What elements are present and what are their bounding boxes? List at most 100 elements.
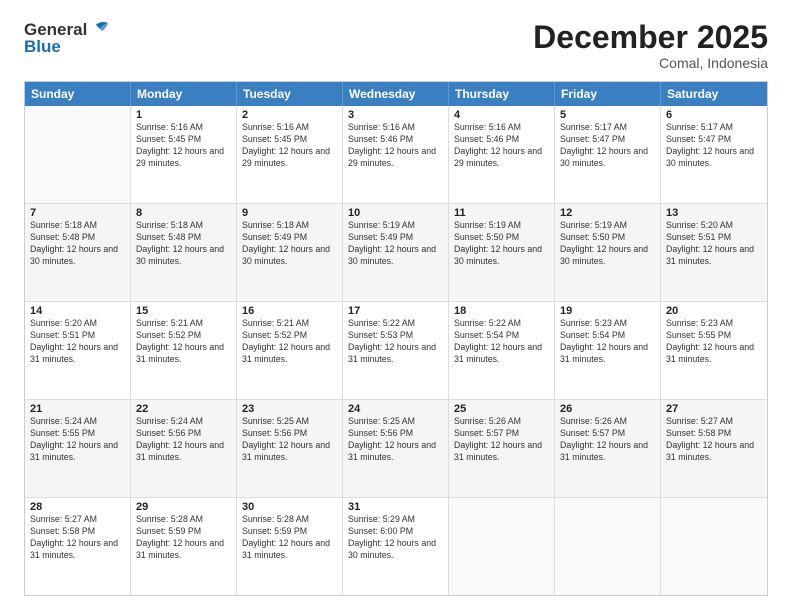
cell-day-number: 31 <box>348 501 443 513</box>
cell-info: Sunrise: 5:29 AMSunset: 6:00 PMDaylight:… <box>348 514 443 562</box>
cell-info: Sunrise: 5:27 AMSunset: 5:58 PMDaylight:… <box>666 416 762 464</box>
calendar-cell-24: 24Sunrise: 5:25 AMSunset: 5:56 PMDayligh… <box>343 400 449 497</box>
calendar-header: SundayMondayTuesdayWednesdayThursdayFrid… <box>25 82 767 106</box>
cell-day-number: 4 <box>454 109 549 121</box>
cell-info: Sunrise: 5:21 AMSunset: 5:52 PMDaylight:… <box>242 318 337 366</box>
calendar-cell-29: 29Sunrise: 5:28 AMSunset: 5:59 PMDayligh… <box>131 498 237 595</box>
calendar-cell-empty <box>449 498 555 595</box>
calendar-cell-25: 25Sunrise: 5:26 AMSunset: 5:57 PMDayligh… <box>449 400 555 497</box>
cell-info: Sunrise: 5:19 AMSunset: 5:50 PMDaylight:… <box>560 220 655 268</box>
day-header-friday: Friday <box>555 82 661 106</box>
cell-day-number: 15 <box>136 305 231 317</box>
cell-info: Sunrise: 5:28 AMSunset: 5:59 PMDaylight:… <box>242 514 337 562</box>
cell-info: Sunrise: 5:26 AMSunset: 5:57 PMDaylight:… <box>560 416 655 464</box>
cell-day-number: 14 <box>30 305 125 317</box>
cell-info: Sunrise: 5:18 AMSunset: 5:49 PMDaylight:… <box>242 220 337 268</box>
cell-info: Sunrise: 5:17 AMSunset: 5:47 PMDaylight:… <box>666 122 762 170</box>
cell-day-number: 12 <box>560 207 655 219</box>
cell-info: Sunrise: 5:26 AMSunset: 5:57 PMDaylight:… <box>454 416 549 464</box>
calendar-week-1: 7Sunrise: 5:18 AMSunset: 5:48 PMDaylight… <box>25 204 767 302</box>
cell-info: Sunrise: 5:16 AMSunset: 5:46 PMDaylight:… <box>454 122 549 170</box>
calendar-cell-31: 31Sunrise: 5:29 AMSunset: 6:00 PMDayligh… <box>343 498 449 595</box>
header: General Blue December 2025 Comal, Indone… <box>24 20 768 71</box>
cell-day-number: 22 <box>136 403 231 415</box>
cell-info: Sunrise: 5:25 AMSunset: 5:56 PMDaylight:… <box>242 416 337 464</box>
cell-info: Sunrise: 5:18 AMSunset: 5:48 PMDaylight:… <box>136 220 231 268</box>
cell-day-number: 24 <box>348 403 443 415</box>
logo: General Blue <box>24 20 110 57</box>
calendar-cell-2: 2Sunrise: 5:16 AMSunset: 5:45 PMDaylight… <box>237 106 343 203</box>
cell-day-number: 7 <box>30 207 125 219</box>
calendar-week-0: 1Sunrise: 5:16 AMSunset: 5:45 PMDaylight… <box>25 106 767 204</box>
cell-day-number: 19 <box>560 305 655 317</box>
logo-bird-icon <box>88 21 110 39</box>
calendar-cell-26: 26Sunrise: 5:26 AMSunset: 5:57 PMDayligh… <box>555 400 661 497</box>
cell-day-number: 30 <box>242 501 337 513</box>
page: General Blue December 2025 Comal, Indone… <box>0 0 792 612</box>
cell-day-number: 2 <box>242 109 337 121</box>
day-header-saturday: Saturday <box>661 82 767 106</box>
calendar-cell-6: 6Sunrise: 5:17 AMSunset: 5:47 PMDaylight… <box>661 106 767 203</box>
cell-day-number: 1 <box>136 109 231 121</box>
cell-info: Sunrise: 5:23 AMSunset: 5:55 PMDaylight:… <box>666 318 762 366</box>
cell-info: Sunrise: 5:24 AMSunset: 5:56 PMDaylight:… <box>136 416 231 464</box>
calendar-cell-7: 7Sunrise: 5:18 AMSunset: 5:48 PMDaylight… <box>25 204 131 301</box>
calendar-cell-16: 16Sunrise: 5:21 AMSunset: 5:52 PMDayligh… <box>237 302 343 399</box>
cell-day-number: 21 <box>30 403 125 415</box>
day-header-monday: Monday <box>131 82 237 106</box>
cell-info: Sunrise: 5:16 AMSunset: 5:45 PMDaylight:… <box>242 122 337 170</box>
calendar-cell-1: 1Sunrise: 5:16 AMSunset: 5:45 PMDaylight… <box>131 106 237 203</box>
cell-day-number: 27 <box>666 403 762 415</box>
calendar-cell-28: 28Sunrise: 5:27 AMSunset: 5:58 PMDayligh… <box>25 498 131 595</box>
cell-info: Sunrise: 5:17 AMSunset: 5:47 PMDaylight:… <box>560 122 655 170</box>
calendar-cell-30: 30Sunrise: 5:28 AMSunset: 5:59 PMDayligh… <box>237 498 343 595</box>
cell-info: Sunrise: 5:24 AMSunset: 5:55 PMDaylight:… <box>30 416 125 464</box>
month-title: December 2025 <box>533 20 768 55</box>
cell-info: Sunrise: 5:19 AMSunset: 5:49 PMDaylight:… <box>348 220 443 268</box>
calendar-cell-21: 21Sunrise: 5:24 AMSunset: 5:55 PMDayligh… <box>25 400 131 497</box>
cell-info: Sunrise: 5:23 AMSunset: 5:54 PMDaylight:… <box>560 318 655 366</box>
cell-day-number: 29 <box>136 501 231 513</box>
logo-blue-text: Blue <box>24 37 61 57</box>
calendar-week-4: 28Sunrise: 5:27 AMSunset: 5:58 PMDayligh… <box>25 498 767 595</box>
calendar-cell-27: 27Sunrise: 5:27 AMSunset: 5:58 PMDayligh… <box>661 400 767 497</box>
calendar-cell-15: 15Sunrise: 5:21 AMSunset: 5:52 PMDayligh… <box>131 302 237 399</box>
cell-info: Sunrise: 5:22 AMSunset: 5:53 PMDaylight:… <box>348 318 443 366</box>
cell-day-number: 16 <box>242 305 337 317</box>
calendar-body: 1Sunrise: 5:16 AMSunset: 5:45 PMDaylight… <box>25 106 767 595</box>
calendar-cell-14: 14Sunrise: 5:20 AMSunset: 5:51 PMDayligh… <box>25 302 131 399</box>
calendar-cell-18: 18Sunrise: 5:22 AMSunset: 5:54 PMDayligh… <box>449 302 555 399</box>
calendar-week-3: 21Sunrise: 5:24 AMSunset: 5:55 PMDayligh… <box>25 400 767 498</box>
calendar-cell-empty <box>661 498 767 595</box>
day-header-thursday: Thursday <box>449 82 555 106</box>
cell-day-number: 6 <box>666 109 762 121</box>
calendar-cell-8: 8Sunrise: 5:18 AMSunset: 5:48 PMDaylight… <box>131 204 237 301</box>
location: Comal, Indonesia <box>533 55 768 71</box>
calendar-cell-empty <box>555 498 661 595</box>
cell-day-number: 28 <box>30 501 125 513</box>
cell-info: Sunrise: 5:16 AMSunset: 5:45 PMDaylight:… <box>136 122 231 170</box>
calendar-cell-3: 3Sunrise: 5:16 AMSunset: 5:46 PMDaylight… <box>343 106 449 203</box>
cell-info: Sunrise: 5:18 AMSunset: 5:48 PMDaylight:… <box>30 220 125 268</box>
day-header-tuesday: Tuesday <box>237 82 343 106</box>
calendar-cell-17: 17Sunrise: 5:22 AMSunset: 5:53 PMDayligh… <box>343 302 449 399</box>
cell-info: Sunrise: 5:20 AMSunset: 5:51 PMDaylight:… <box>30 318 125 366</box>
day-header-sunday: Sunday <box>25 82 131 106</box>
cell-info: Sunrise: 5:16 AMSunset: 5:46 PMDaylight:… <box>348 122 443 170</box>
cell-day-number: 3 <box>348 109 443 121</box>
calendar-cell-20: 20Sunrise: 5:23 AMSunset: 5:55 PMDayligh… <box>661 302 767 399</box>
cell-day-number: 25 <box>454 403 549 415</box>
calendar-cell-5: 5Sunrise: 5:17 AMSunset: 5:47 PMDaylight… <box>555 106 661 203</box>
calendar: SundayMondayTuesdayWednesdayThursdayFrid… <box>24 81 768 596</box>
cell-info: Sunrise: 5:28 AMSunset: 5:59 PMDaylight:… <box>136 514 231 562</box>
cell-day-number: 26 <box>560 403 655 415</box>
cell-info: Sunrise: 5:25 AMSunset: 5:56 PMDaylight:… <box>348 416 443 464</box>
cell-day-number: 17 <box>348 305 443 317</box>
cell-day-number: 8 <box>136 207 231 219</box>
cell-day-number: 10 <box>348 207 443 219</box>
cell-day-number: 5 <box>560 109 655 121</box>
cell-day-number: 20 <box>666 305 762 317</box>
calendar-cell-13: 13Sunrise: 5:20 AMSunset: 5:51 PMDayligh… <box>661 204 767 301</box>
calendar-cell-4: 4Sunrise: 5:16 AMSunset: 5:46 PMDaylight… <box>449 106 555 203</box>
calendar-week-2: 14Sunrise: 5:20 AMSunset: 5:51 PMDayligh… <box>25 302 767 400</box>
